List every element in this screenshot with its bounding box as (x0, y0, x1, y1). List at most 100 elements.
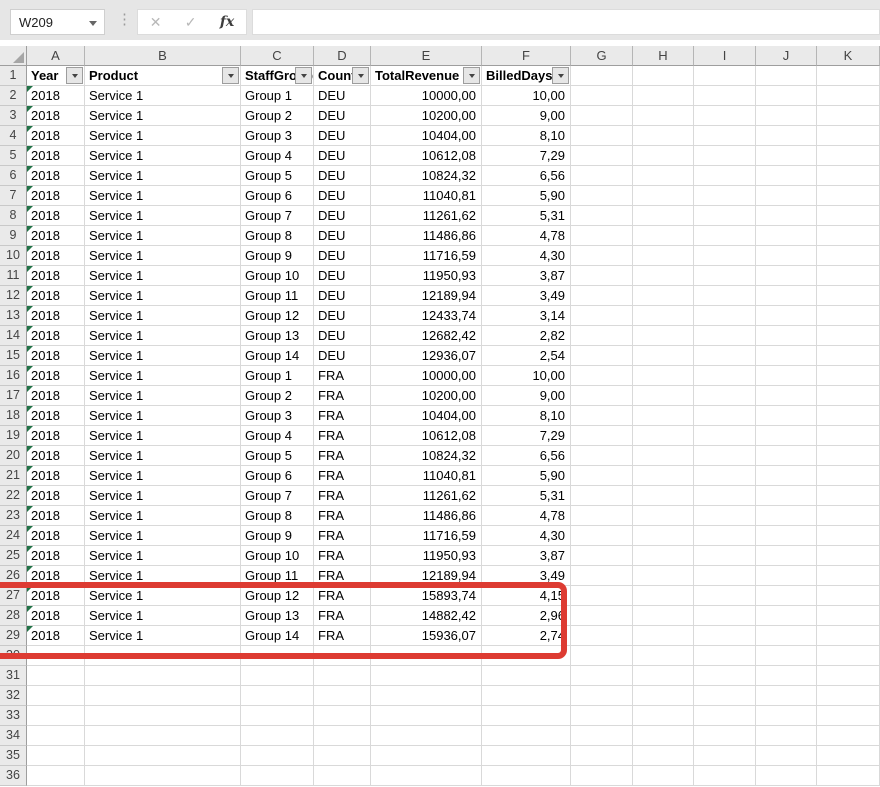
cell-F25[interactable]: 3,87 (482, 546, 571, 566)
cell-I25[interactable] (694, 546, 756, 566)
cell-I20[interactable] (694, 446, 756, 466)
cell-A28[interactable]: 2018 (27, 606, 85, 626)
cell-H29[interactable] (633, 626, 694, 646)
cell-K32[interactable] (817, 686, 880, 706)
row-header-3[interactable]: 3 (0, 106, 27, 126)
cell-B33[interactable] (85, 706, 241, 726)
filter-button-B[interactable] (222, 67, 239, 84)
cell-H22[interactable] (633, 486, 694, 506)
cell-K11[interactable] (817, 266, 880, 286)
cell-E14[interactable]: 12682,42 (371, 326, 482, 346)
cell-H1[interactable] (633, 66, 694, 86)
cell-B23[interactable]: Service 1 (85, 506, 241, 526)
cell-F20[interactable]: 6,56 (482, 446, 571, 466)
cell-K6[interactable] (817, 166, 880, 186)
cell-D3[interactable]: DEU (314, 106, 371, 126)
cell-B21[interactable]: Service 1 (85, 466, 241, 486)
cell-D34[interactable] (314, 726, 371, 746)
cell-D17[interactable]: FRA (314, 386, 371, 406)
cell-C13[interactable]: Group 12 (241, 306, 314, 326)
cell-I17[interactable] (694, 386, 756, 406)
cell-J21[interactable] (756, 466, 817, 486)
cell-F1[interactable]: BilledDays (482, 66, 571, 86)
cell-G17[interactable] (571, 386, 633, 406)
cell-K36[interactable] (817, 766, 880, 786)
cell-F29[interactable]: 2,74 (482, 626, 571, 646)
cell-H18[interactable] (633, 406, 694, 426)
cell-D4[interactable]: DEU (314, 126, 371, 146)
cell-F28[interactable]: 2,96 (482, 606, 571, 626)
cell-A23[interactable]: 2018 (27, 506, 85, 526)
cell-I8[interactable] (694, 206, 756, 226)
cell-H27[interactable] (633, 586, 694, 606)
cell-E16[interactable]: 10000,00 (371, 366, 482, 386)
column-header-I[interactable]: I (694, 46, 756, 66)
name-box-dropdown-icon[interactable] (89, 21, 97, 26)
cell-E29[interactable]: 15936,07 (371, 626, 482, 646)
cell-F4[interactable]: 8,10 (482, 126, 571, 146)
cell-D36[interactable] (314, 766, 371, 786)
cell-K20[interactable] (817, 446, 880, 466)
cell-C36[interactable] (241, 766, 314, 786)
cell-C29[interactable]: Group 14 (241, 626, 314, 646)
cell-C5[interactable]: Group 4 (241, 146, 314, 166)
cell-B14[interactable]: Service 1 (85, 326, 241, 346)
column-header-B[interactable]: B (85, 46, 241, 66)
cell-F27[interactable]: 4,15 (482, 586, 571, 606)
cell-E15[interactable]: 12936,07 (371, 346, 482, 366)
cell-D11[interactable]: DEU (314, 266, 371, 286)
cell-F6[interactable]: 6,56 (482, 166, 571, 186)
cell-K10[interactable] (817, 246, 880, 266)
cell-D35[interactable] (314, 746, 371, 766)
cell-E13[interactable]: 12433,74 (371, 306, 482, 326)
cell-F7[interactable]: 5,90 (482, 186, 571, 206)
cell-F16[interactable]: 10,00 (482, 366, 571, 386)
cell-C10[interactable]: Group 9 (241, 246, 314, 266)
cell-I27[interactable] (694, 586, 756, 606)
row-header-17[interactable]: 17 (0, 386, 27, 406)
cell-K8[interactable] (817, 206, 880, 226)
cell-C15[interactable]: Group 14 (241, 346, 314, 366)
cell-B18[interactable]: Service 1 (85, 406, 241, 426)
cell-J14[interactable] (756, 326, 817, 346)
cell-D10[interactable]: DEU (314, 246, 371, 266)
cell-K12[interactable] (817, 286, 880, 306)
cell-I2[interactable] (694, 86, 756, 106)
cell-D16[interactable]: FRA (314, 366, 371, 386)
filter-button-A[interactable] (66, 67, 83, 84)
row-header-7[interactable]: 7 (0, 186, 27, 206)
cell-F35[interactable] (482, 746, 571, 766)
cell-K19[interactable] (817, 426, 880, 446)
cell-K4[interactable] (817, 126, 880, 146)
cell-C9[interactable]: Group 8 (241, 226, 314, 246)
cell-E24[interactable]: 11716,59 (371, 526, 482, 546)
cell-J34[interactable] (756, 726, 817, 746)
cell-F13[interactable]: 3,14 (482, 306, 571, 326)
cell-D28[interactable]: FRA (314, 606, 371, 626)
cell-I29[interactable] (694, 626, 756, 646)
cancel-icon[interactable]: ✕ (150, 14, 162, 31)
cell-A26[interactable]: 2018 (27, 566, 85, 586)
row-header-18[interactable]: 18 (0, 406, 27, 426)
cell-E20[interactable]: 10824,32 (371, 446, 482, 466)
cell-J26[interactable] (756, 566, 817, 586)
row-header-20[interactable]: 20 (0, 446, 27, 466)
cell-F23[interactable]: 4,78 (482, 506, 571, 526)
row-header-5[interactable]: 5 (0, 146, 27, 166)
row-header-19[interactable]: 19 (0, 426, 27, 446)
cell-E28[interactable]: 14882,42 (371, 606, 482, 626)
row-header-24[interactable]: 24 (0, 526, 27, 546)
cell-H17[interactable] (633, 386, 694, 406)
cell-B26[interactable]: Service 1 (85, 566, 241, 586)
cell-G6[interactable] (571, 166, 633, 186)
cell-H19[interactable] (633, 426, 694, 446)
cell-A12[interactable]: 2018 (27, 286, 85, 306)
cell-E12[interactable]: 12189,94 (371, 286, 482, 306)
cell-D20[interactable]: FRA (314, 446, 371, 466)
cell-G29[interactable] (571, 626, 633, 646)
cell-J15[interactable] (756, 346, 817, 366)
cell-H9[interactable] (633, 226, 694, 246)
cell-F9[interactable]: 4,78 (482, 226, 571, 246)
cell-C16[interactable]: Group 1 (241, 366, 314, 386)
cell-D30[interactable] (314, 646, 371, 666)
